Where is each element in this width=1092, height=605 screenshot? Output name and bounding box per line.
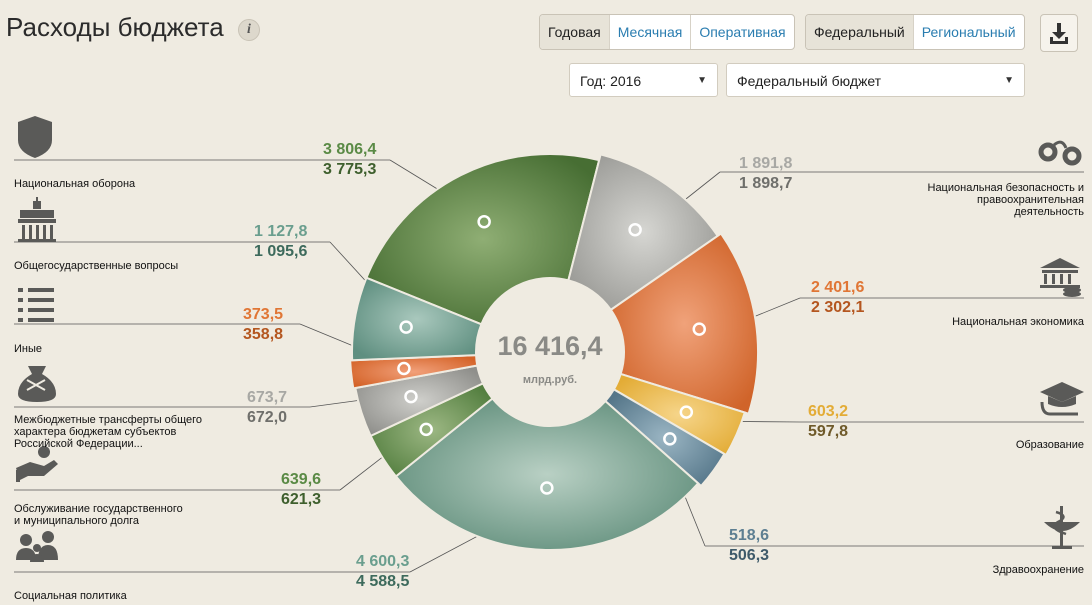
label-transfers-line2: характера бюджетам субъектов xyxy=(14,426,177,438)
label-transfers-line1: Межбюджетные трансферты общего xyxy=(14,414,203,426)
money-bag-transfer-icon xyxy=(18,366,56,402)
value-social-1: 4 600,3 xyxy=(356,553,410,570)
value-transfers-1: 673,7 xyxy=(247,389,288,406)
value-education-1: 603,2 xyxy=(808,403,849,420)
value-economy-1: 2 401,6 xyxy=(811,279,865,296)
label-social: Социальная политика xyxy=(14,590,127,602)
label-defense: Национальная оборона xyxy=(14,178,136,190)
label-health: Здравоохранение xyxy=(992,564,1084,576)
value-other-2: 358,8 xyxy=(243,326,284,343)
label-security-line1: Национальная безопасность и xyxy=(927,182,1085,194)
handcuffs-icon xyxy=(1038,140,1082,166)
value-health-1: 518,6 xyxy=(729,527,770,544)
label-economy: Национальная экономика xyxy=(952,316,1084,328)
graduation-cap-book-icon xyxy=(1040,382,1084,416)
value-transfers-2: 672,0 xyxy=(247,409,288,426)
value-general-1: 1 127,8 xyxy=(254,223,308,240)
label-security-line3: деятельность xyxy=(1014,206,1084,218)
label-other: Иные xyxy=(14,343,43,355)
government-building-icon xyxy=(18,197,56,242)
value-health-2: 506,3 xyxy=(729,547,770,564)
value-general-2: 1 095,6 xyxy=(254,243,308,260)
value-defense-1: 3 806,4 xyxy=(323,141,377,158)
value-social-2: 4 588,5 xyxy=(356,573,410,590)
value-debt-2: 621,3 xyxy=(281,491,322,508)
label-debt: Обслуживание государственного и муниципа… xyxy=(14,503,183,527)
label-security-line2: правоохранительная xyxy=(977,194,1084,206)
label-transfers: Межбюджетные трансферты общего характера… xyxy=(14,414,202,450)
label-transfers-line3: Российской Федерации... xyxy=(14,438,143,450)
value-education-2: 597,8 xyxy=(808,423,849,440)
hand-coin-icon xyxy=(16,446,58,482)
value-defense-2: 3 775,3 xyxy=(323,161,377,178)
label-debt-line1: Обслуживание государственного xyxy=(14,503,183,515)
people-icon xyxy=(16,531,58,562)
value-other-1: 373,5 xyxy=(243,306,284,323)
medical-bowl-snake-icon xyxy=(1044,506,1080,549)
value-security-1: 1 891,8 xyxy=(739,155,793,172)
value-economy-2: 2 302,1 xyxy=(811,299,865,316)
shield-icon xyxy=(18,116,52,158)
label-education: Образование xyxy=(1015,439,1084,451)
bank-icon xyxy=(1040,258,1081,297)
list-icon xyxy=(18,288,54,322)
value-debt-1: 639,6 xyxy=(281,471,322,488)
value-security-2: 1 898,7 xyxy=(739,175,793,192)
label-general: Общегосударственные вопросы xyxy=(14,260,179,272)
total-unit: млрд.руб. xyxy=(522,374,578,386)
total-value: 16 416,4 xyxy=(497,331,603,361)
label-debt-line2: и муниципального долга xyxy=(14,515,140,527)
label-security: Национальная безопасность и правоохранит… xyxy=(928,182,1085,218)
